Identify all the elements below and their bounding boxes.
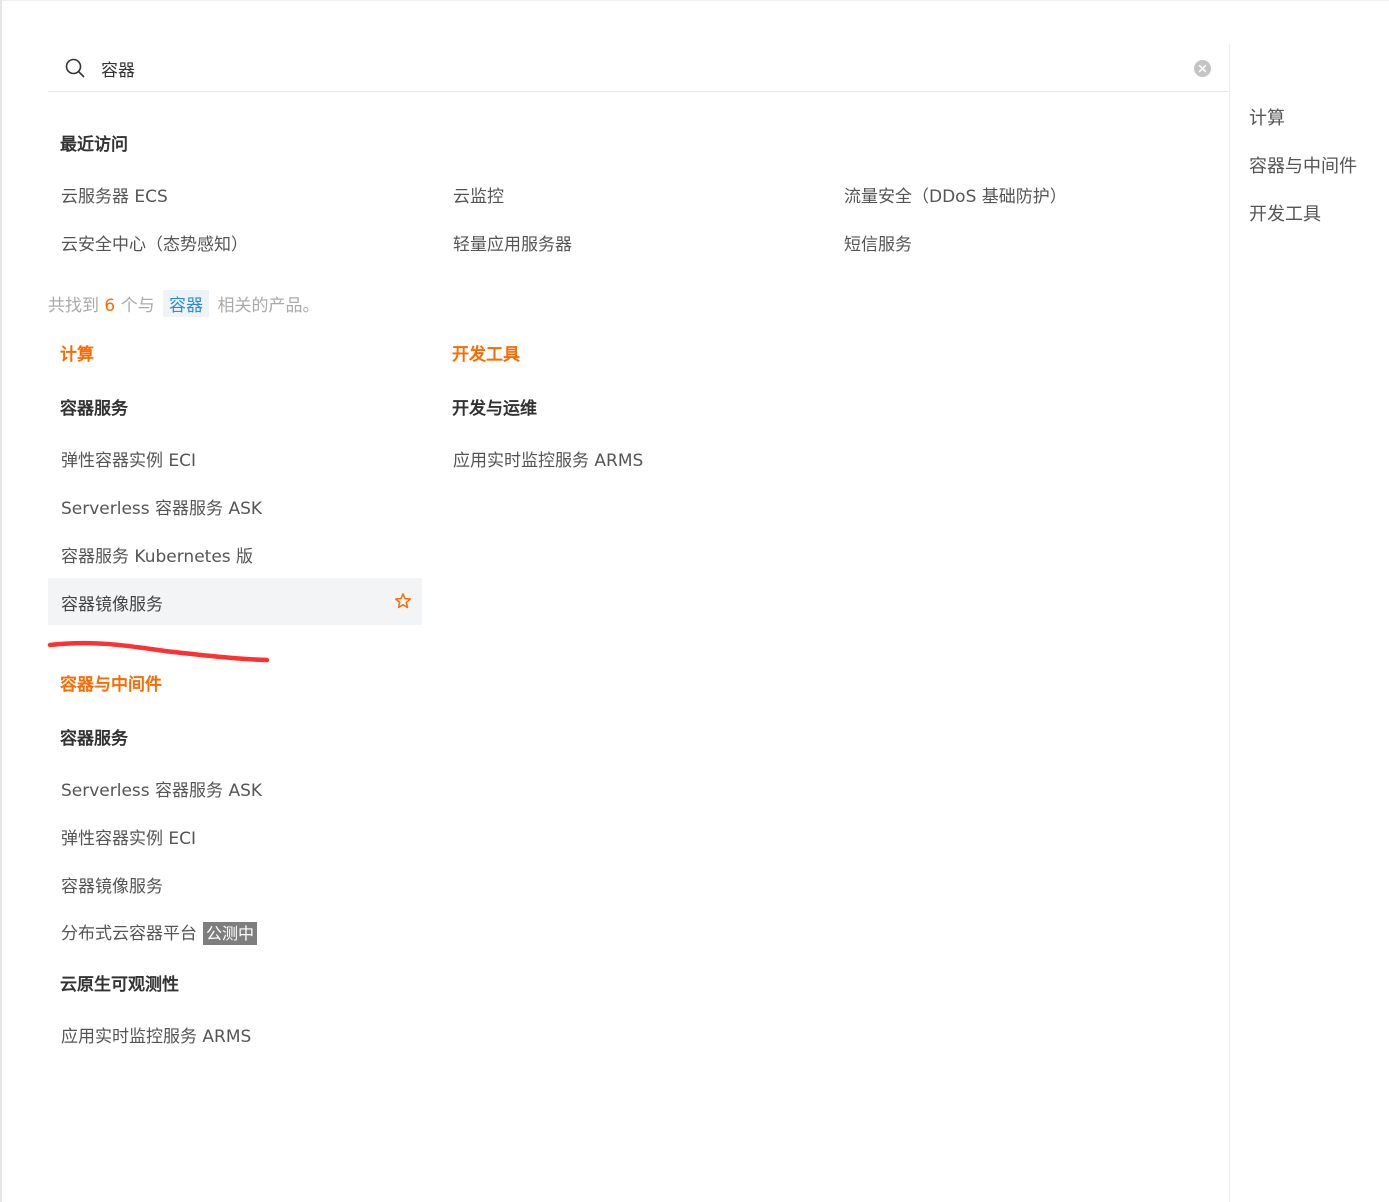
- recent-item-lightweight-server[interactable]: 轻量应用服务器: [453, 230, 572, 255]
- search-input[interactable]: [101, 55, 1181, 81]
- result-summary: 共找到 6 个与 容器 相关的产品。: [48, 290, 319, 317]
- search-bar: [48, 44, 1228, 92]
- category-devtools-title: 开发工具: [452, 345, 520, 365]
- product-acr-row[interactable]: 容器镜像服务: [48, 578, 422, 625]
- star-icon[interactable]: [394, 592, 412, 610]
- result-count: 6: [104, 296, 116, 316]
- group-observability: 云原生可观测性: [60, 975, 179, 995]
- summary-suffix: 相关的产品。: [217, 296, 320, 316]
- group-devops: 开发与运维: [452, 399, 537, 419]
- side-nav-compute[interactable]: 计算: [1249, 104, 1285, 130]
- beta-badge: 公测中: [203, 922, 258, 945]
- product-acr-2[interactable]: 容器镜像服务: [61, 872, 163, 897]
- product-arms-2[interactable]: 应用实时监控服务 ARMS: [61, 1022, 251, 1047]
- side-divider: [1229, 44, 1230, 1202]
- product-eci[interactable]: 弹性容器实例 ECI: [61, 446, 196, 471]
- product-ack[interactable]: 容器服务 Kubernetes 版: [61, 542, 253, 567]
- summary-prefix: 共找到: [48, 296, 99, 316]
- category-compute-title: 计算: [60, 345, 94, 365]
- recent-item-cloud-monitor[interactable]: 云监控: [453, 182, 504, 207]
- product-acone-row[interactable]: 分布式云容器平台 公测中: [61, 919, 258, 945]
- recent-item-ecs[interactable]: 云服务器 ECS: [61, 182, 168, 207]
- product-ask[interactable]: Serverless 容器服务 ASK: [61, 494, 262, 519]
- group-container-service-2: 容器服务: [60, 729, 128, 749]
- side-nav-devtools[interactable]: 开发工具: [1249, 200, 1321, 226]
- product-acr[interactable]: 容器镜像服务: [61, 590, 163, 615]
- search-icon: [65, 58, 85, 78]
- group-container-service: 容器服务: [60, 399, 128, 419]
- clear-icon[interactable]: [1194, 60, 1211, 77]
- product-eci-2[interactable]: 弹性容器实例 ECI: [61, 824, 196, 849]
- product-ask-2[interactable]: Serverless 容器服务 ASK: [61, 776, 262, 801]
- recent-title: 最近访问: [60, 135, 128, 155]
- side-nav-middleware[interactable]: 容器与中间件: [1249, 152, 1357, 178]
- summary-middle: 个与: [120, 296, 155, 316]
- recent-item-security-center[interactable]: 云安全中心（态势感知）: [61, 230, 248, 255]
- recent-item-ddos[interactable]: 流量安全（DDoS 基础防护）: [844, 182, 1067, 207]
- category-middleware-title: 容器与中间件: [60, 675, 162, 695]
- product-acone[interactable]: 分布式云容器平台: [61, 924, 197, 944]
- frame-left-border: [0, 0, 2, 1202]
- product-arms[interactable]: 应用实时监控服务 ARMS: [453, 446, 643, 471]
- summary-keyword: 容器: [163, 290, 210, 317]
- recent-item-sms[interactable]: 短信服务: [844, 230, 912, 255]
- frame-top-border: [0, 0, 1389, 1]
